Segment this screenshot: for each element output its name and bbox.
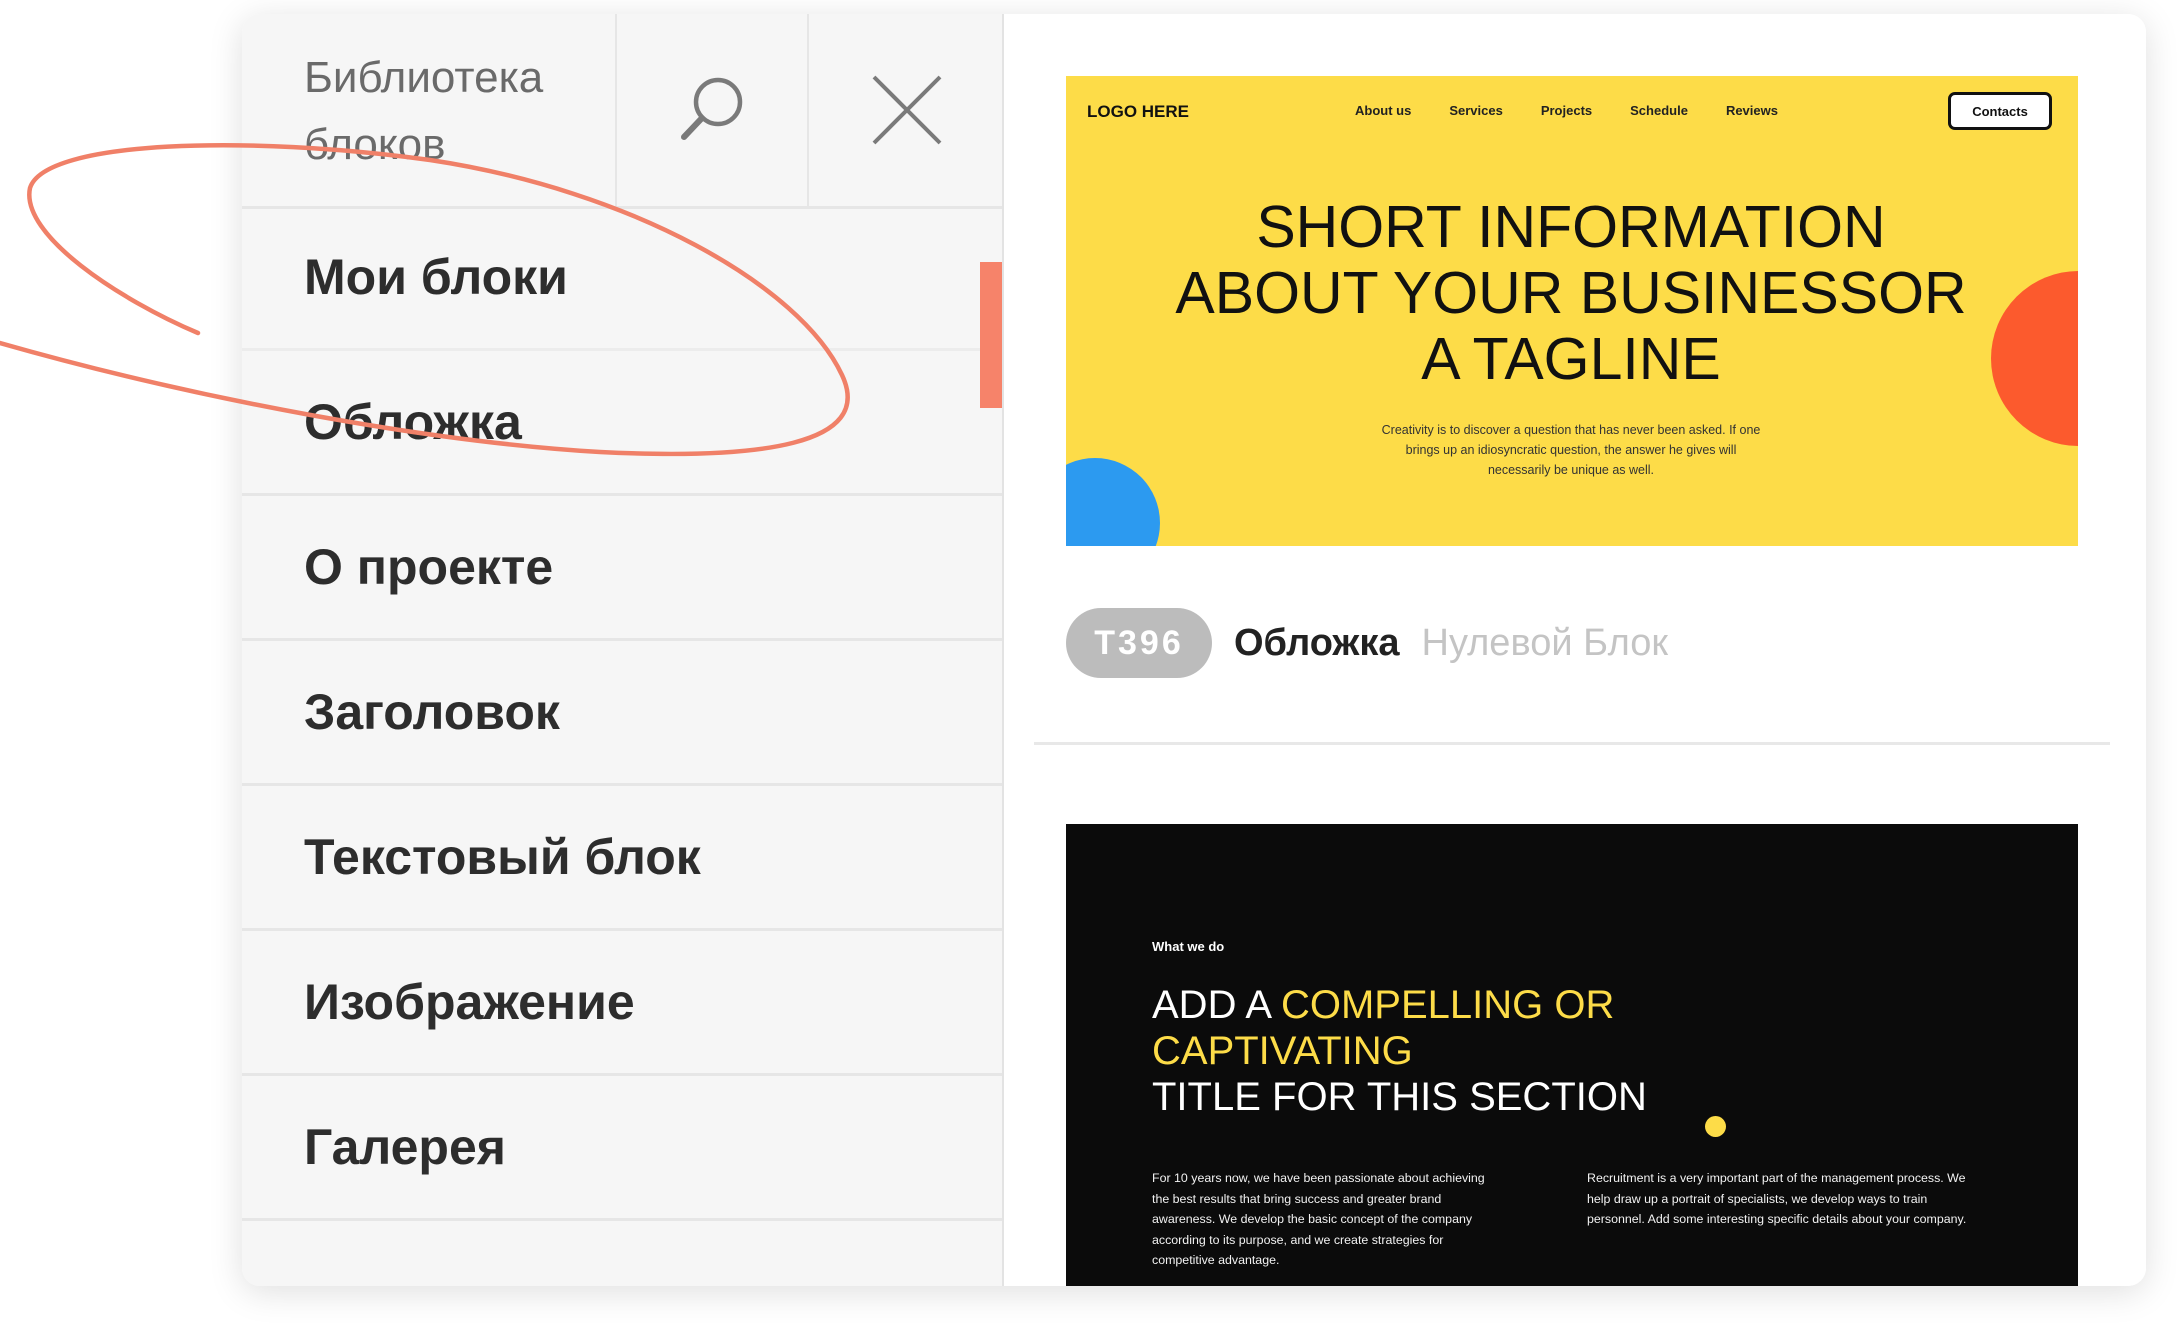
preview-orange-circle — [1991, 271, 2078, 446]
block-preview-cover[interactable]: LOGO HERE About us Services Projects Sch… — [1066, 76, 2078, 546]
block-library-panel: Библиотека блоков Мои блоки Обложка О пр… — [242, 14, 2146, 1286]
preview-yellow-dot — [1705, 1116, 1726, 1137]
sidebar-item-image[interactable]: Изображение — [242, 931, 1002, 1076]
block-preview-what-we-do[interactable]: What we do ADD A COMPELLING OR CAPTIVATI… — [1066, 824, 2078, 1286]
preview-nav: About us Services Projects Schedule Revi… — [1355, 103, 1778, 118]
preview-nav-item: Reviews — [1725, 103, 1778, 118]
preview-nav-item: Schedule — [1630, 103, 1688, 118]
block-divider — [1034, 742, 2110, 745]
block-meta: T396 Обложка Нулевой Блок — [1066, 608, 1668, 678]
preview-blue-circle — [1066, 458, 1160, 546]
preview-nav-item: Projects — [1540, 103, 1593, 118]
preview-nav-item: About us — [1355, 103, 1412, 118]
preview-kicker: What we do — [1152, 939, 1225, 954]
block-title: Обложка — [1234, 621, 1400, 664]
preview-title-part1: ADD A — [1152, 983, 1281, 1027]
sidebar-title: Библиотека блоков — [304, 53, 544, 169]
preview-title-part2: TITLE FOR THIS SECTION — [1152, 1075, 1647, 1119]
preview-logo: LOGO HERE — [1087, 102, 1190, 121]
preview-nav-item: Services — [1449, 103, 1503, 118]
preview-headline: SHORT INFORMATION ABOUT YOUR BUSINESSOR … — [1175, 194, 1967, 392]
block-preview-list: LOGO HERE About us Services Projects Sch… — [1004, 14, 2146, 1286]
search-button[interactable] — [615, 14, 807, 206]
preview-text-column-1: For 10 years now, we have been passionat… — [1152, 1171, 1485, 1267]
search-icon — [681, 77, 743, 140]
sidebar-header: Библиотека блоков — [242, 14, 1002, 209]
sidebar-item-my-blocks[interactable]: Мои блоки — [242, 206, 1002, 408]
block-code-badge: T396 — [1066, 608, 1212, 678]
sidebar-item-text-block[interactable]: Текстовый блок — [242, 786, 1002, 931]
block-library-sidebar: Библиотека блоков Мои блоки Обложка О пр… — [242, 14, 1004, 1286]
sidebar-item-cover[interactable]: Обложка — [242, 351, 1002, 496]
block-subtitle: Нулевой Блок — [1421, 621, 1668, 664]
preview-description: Creativity is to discover a question tha… — [1381, 423, 1761, 477]
preview-contacts-button: Contacts — [1948, 92, 2052, 130]
close-icon — [872, 75, 941, 145]
close-button[interactable] — [807, 14, 1004, 206]
sidebar-item-about[interactable]: О проекте — [242, 496, 1002, 641]
preview-section-title: ADD A COMPELLING OR CAPTIVATING TITLE FOR… — [1152, 982, 1712, 1120]
sidebar-item-gallery[interactable]: Галерея — [242, 1076, 1002, 1221]
preview-text-column-2: Recruitment is a very important part of … — [1587, 1171, 1967, 1226]
category-list: Мои блоки Обложка О проекте Заголовок Те… — [242, 206, 1002, 1221]
sidebar-item-heading[interactable]: Заголовок — [242, 641, 1002, 786]
